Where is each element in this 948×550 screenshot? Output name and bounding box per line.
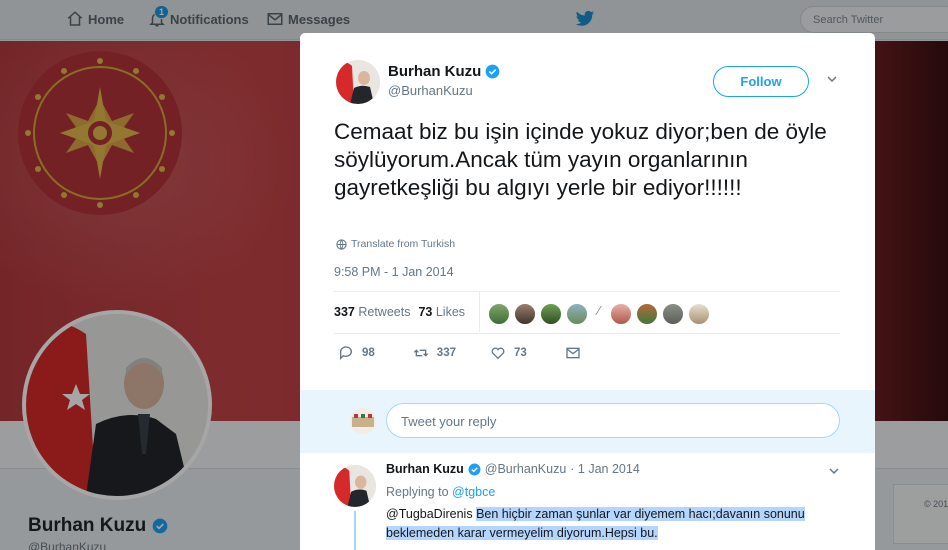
divider [334,333,840,334]
liker-avatar[interactable] [688,303,710,325]
retweets-stat[interactable]: 337 Retweets [334,305,410,319]
reply-count: 98 [362,347,375,359]
direct-message-button[interactable] [565,345,581,361]
retweets-label: Retweets [358,305,411,319]
author-avatar-illustration [336,60,380,104]
globe-icon [336,238,347,250]
reply-button[interactable]: 98 [338,345,375,361]
retweets-count: 337 [334,305,355,319]
liker-avatar[interactable] [662,303,684,325]
tweet-modal: Burhan Kuzu @BurhanKuzu Follow Cemaat bi… [300,33,875,550]
liker-avatar[interactable]: ⁄ [592,303,606,325]
verified-badge-icon [468,463,481,475]
author-name[interactable]: Burhan Kuzu [388,63,500,80]
replying-to: Replying to @tgbce [386,485,495,499]
replying-to-handle[interactable]: @tgbce [452,485,495,499]
reply-tweet-header: Burhan Kuzu @BurhanKuzu · 1 Jan 2014 [386,462,640,476]
reply-compose-area: Tweet your reply [300,390,875,453]
likes-count: 73 [418,305,433,319]
tweet-text: Cemaat biz bu işin içinde yokuz diyor;be… [334,119,827,200]
reply-text-line-1: Ben hiçbir zaman şunlar var diyemem hacı… [476,507,805,521]
stats-separator [479,292,480,332]
current-user-avatar[interactable] [350,408,376,434]
liker-avatar[interactable] [540,303,562,325]
translate-label: Translate from Turkish [351,238,456,250]
retweet-action-count: 337 [436,347,456,359]
chevron-down-icon[interactable] [828,465,840,477]
liker-avatar[interactable] [514,303,536,325]
like-action-count: 73 [513,347,527,359]
verified-badge-icon [485,64,500,79]
likes-stat[interactable]: 73 Likes [418,305,465,319]
author-avatar[interactable] [336,60,380,104]
translate-link[interactable]: Translate from Turkish [336,238,455,250]
reply-input[interactable]: Tweet your reply [386,403,840,438]
reply-author-handle[interactable]: @BurhanKuzu [485,462,567,476]
reply-date[interactable]: · 1 Jan 2014 [570,462,640,476]
reply-mention[interactable]: @TugbaDirenis [386,507,473,521]
reply-icon [339,346,352,360]
envelope-icon [566,347,580,359]
liker-avatar[interactable] [566,303,588,325]
follow-button[interactable]: Follow [713,66,809,97]
replying-to-label: Replying to [386,485,449,499]
reply-tweet-text: @TugbaDirenis Ben hiçbir zaman şunlar va… [386,505,826,543]
reply-author-avatar[interactable] [334,465,376,507]
reply-text-line-2: beklemeden karar vermeyelim diyorum.Heps… [386,526,658,540]
tweet-stats: 337 Retweets 73 Likes [334,305,465,319]
liker-avatars: ⁄ [488,303,710,325]
likes-label: Likes [435,305,466,319]
chevron-down-icon[interactable] [826,73,838,85]
reply-author-name[interactable]: Burhan Kuzu [386,462,464,476]
liker-avatar[interactable] [488,303,510,325]
liker-avatar[interactable] [610,303,632,325]
current-user-avatar-illustration [350,408,376,434]
divider [334,291,840,292]
liker-avatar[interactable] [636,303,658,325]
thread-connector-line [354,511,356,550]
heart-icon [491,347,505,360]
tweet-actions: 98 337 73 [338,345,581,361]
author-handle[interactable]: @BurhanKuzu [388,83,473,98]
like-button[interactable]: 73 [490,345,527,361]
tweet-timestamp[interactable]: 9:58 PM - 1 Jan 2014 [334,265,454,279]
author-name-text: Burhan Kuzu [388,63,482,80]
retweet-icon [413,349,428,357]
reply-author-avatar-illustration [334,465,376,507]
retweet-button[interactable]: 337 [413,345,456,361]
